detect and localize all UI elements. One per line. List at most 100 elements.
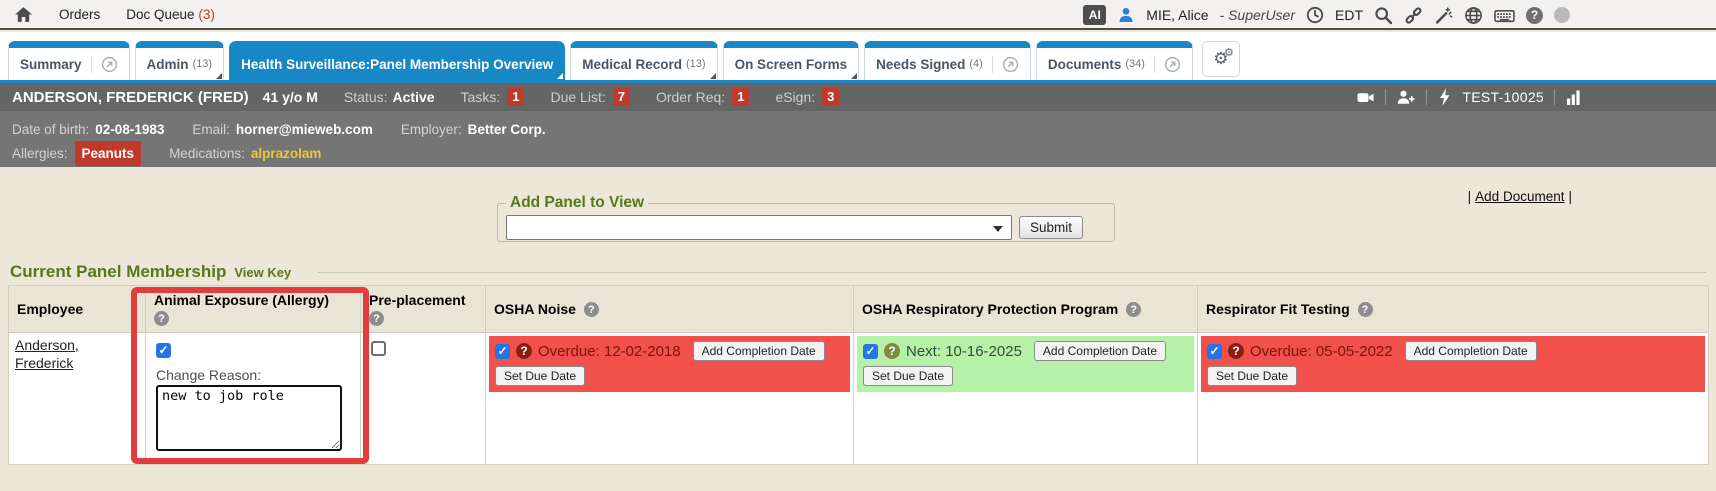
panel-select-dropdown[interactable]: [506, 215, 1012, 240]
panel-membership-table: Employee Animal Exposure (Allergy) ? Pre…: [8, 285, 1709, 465]
add-completion-date-button[interactable]: Add Completion Date: [693, 341, 825, 361]
tab-health-surveillance-active[interactable]: Health Surveillance:Panel Membership Ove…: [229, 41, 565, 80]
keyboard-icon[interactable]: [1494, 7, 1515, 24]
esign-count-badge[interactable]: 3: [822, 88, 839, 106]
tab-documents[interactable]: Documents (34): [1036, 41, 1193, 80]
wand-icon[interactable]: [1434, 6, 1453, 25]
patient-name: ANDERSON, FREDERICK (FRED): [12, 89, 249, 106]
medication-value[interactable]: alprazolam: [251, 142, 322, 165]
view-key-link[interactable]: View Key: [234, 265, 291, 280]
user-name[interactable]: MIE, Alice: [1146, 7, 1208, 23]
membership-checkbox-checked[interactable]: ✓: [156, 343, 171, 358]
submit-button[interactable]: Submit: [1019, 216, 1083, 239]
link-icon[interactable]: [1404, 6, 1423, 25]
esign-label: eSign:: [775, 89, 815, 105]
add-completion-date-button[interactable]: Add Completion Date: [1405, 341, 1537, 361]
change-reason-textarea[interactable]: new to job role: [156, 385, 342, 451]
tab-label: Admin: [147, 57, 189, 72]
check-icon: ✓: [1209, 344, 1219, 358]
employer-label: Employer:: [401, 118, 462, 141]
divider: [1554, 89, 1555, 105]
help-icon[interactable]: ?: [1358, 302, 1373, 317]
divider: [1426, 89, 1427, 105]
tasks-count-badge[interactable]: 1: [507, 88, 524, 106]
help-icon[interactable]: ?: [1126, 302, 1141, 317]
bar-chart-icon[interactable]: [1565, 89, 1582, 106]
col-header-label: Pre-placement: [369, 292, 477, 308]
set-due-date-button[interactable]: Set Due Date: [495, 366, 585, 386]
change-reason-label: Change Reason:: [156, 367, 350, 383]
topbar-user-cluster: AI MIE, Alice - SuperUser EDT: [1083, 0, 1570, 30]
add-document-action: |Add Document|: [1468, 189, 1572, 204]
membership-checkbox-checked[interactable]: ✓: [495, 344, 510, 359]
pipe: |: [1568, 189, 1572, 204]
set-due-date-button[interactable]: Set Due Date: [863, 366, 953, 386]
orders-link[interactable]: Orders: [59, 7, 100, 22]
dob-label: Date of birth:: [12, 118, 89, 141]
doc-queue-link[interactable]: Doc Queue (3): [126, 7, 215, 22]
lightning-icon[interactable]: [1437, 88, 1452, 107]
employee-cell: Anderson, Frederick: [9, 333, 146, 465]
video-camera-icon[interactable]: [1356, 89, 1375, 106]
doc-queue-count: (3): [198, 7, 215, 22]
patient-details-panel: Date of birth: 02-08-1983 Email: horner@…: [0, 111, 1716, 167]
popout-icon[interactable]: [1154, 56, 1181, 73]
status-row: ✓ ? Next: 10-16-2025 Add Completion Date: [863, 341, 1188, 361]
check-icon: ✓: [865, 344, 875, 358]
osha-noise-cell: ✓ ? Overdue: 12-02-2018 Add Completion D…: [486, 333, 854, 465]
tab-label: Medical Record: [582, 57, 682, 72]
tab-admin[interactable]: Admin (13): [135, 41, 225, 80]
due-list-count-badge[interactable]: 7: [613, 88, 630, 106]
col-header-osha-noise: OSHA Noise ?: [486, 286, 854, 333]
allergy-badge[interactable]: Peanuts: [75, 141, 142, 166]
search-icon[interactable]: [1374, 6, 1393, 25]
set-due-date-button[interactable]: Set Due Date: [1207, 366, 1297, 386]
popout-icon[interactable]: [992, 56, 1019, 73]
globe-icon[interactable]: [1464, 6, 1483, 25]
email-value: horner@mieweb.com: [236, 118, 373, 141]
pipe: |: [1468, 189, 1472, 204]
employee-link[interactable]: Anderson, Frederick: [15, 337, 79, 371]
tab-label: Summary: [20, 57, 82, 72]
help-icon[interactable]: ?: [369, 311, 384, 326]
tab-settings-gear-button[interactable]: ⚙ ⚙: [1202, 41, 1240, 77]
col-header-respirator-fit: Respirator Fit Testing ?: [1198, 286, 1709, 333]
help-icon[interactable]: ?: [154, 311, 169, 326]
presence-circle-icon[interactable]: [1554, 7, 1570, 23]
add-person-icon[interactable]: [1396, 88, 1416, 106]
help-icon[interactable]: ?: [516, 343, 532, 359]
tab-on-screen-forms[interactable]: On Screen Forms: [723, 41, 860, 80]
section-rule: [318, 272, 1706, 273]
ai-badge[interactable]: AI: [1083, 5, 1106, 25]
help-icon[interactable]: ?: [1526, 7, 1543, 24]
membership-checkbox-checked[interactable]: ✓: [863, 344, 878, 359]
status-text: Overdue: 05-05-2022: [1250, 343, 1393, 360]
section-title: Current Panel Membership: [10, 262, 226, 282]
home-icon[interactable]: [14, 6, 33, 23]
help-icon[interactable]: ?: [1228, 343, 1244, 359]
popout-icon[interactable]: [91, 56, 118, 73]
employer-value: Better Corp.: [468, 118, 546, 141]
status-text: Next: 10-16-2025: [906, 343, 1022, 360]
help-icon[interactable]: ?: [884, 343, 900, 359]
tab-count: (4): [969, 58, 982, 70]
allergies-label: Allergies:: [12, 142, 68, 165]
tab-medical-record[interactable]: Medical Record (13): [570, 41, 717, 80]
status-block-overdue: ✓ ? Overdue: 12-02-2018 Add Completion D…: [489, 336, 850, 392]
tab-needs-signed[interactable]: Needs Signed (4): [864, 41, 1031, 80]
add-panel-controls: Submit: [506, 215, 1106, 240]
clock-icon[interactable]: [1306, 6, 1324, 24]
add-completion-date-button[interactable]: Add Completion Date: [1034, 341, 1166, 361]
help-icon[interactable]: ?: [584, 302, 599, 317]
tab-count: (13): [686, 58, 706, 70]
doc-queue-label: Doc Queue: [126, 7, 194, 22]
membership-checkbox-unchecked[interactable]: [371, 341, 386, 356]
divider: [1385, 89, 1386, 105]
animal-exposure-cell: ✓ Change Reason: new to job role: [146, 333, 361, 465]
status-value: Active: [393, 89, 435, 105]
tab-summary[interactable]: Summary: [8, 41, 130, 80]
status-row-2: Set Due Date: [1207, 366, 1699, 386]
add-document-link[interactable]: Add Document: [1475, 189, 1564, 204]
membership-checkbox-checked[interactable]: ✓: [1207, 344, 1222, 359]
order-req-count-badge[interactable]: 1: [732, 88, 749, 106]
